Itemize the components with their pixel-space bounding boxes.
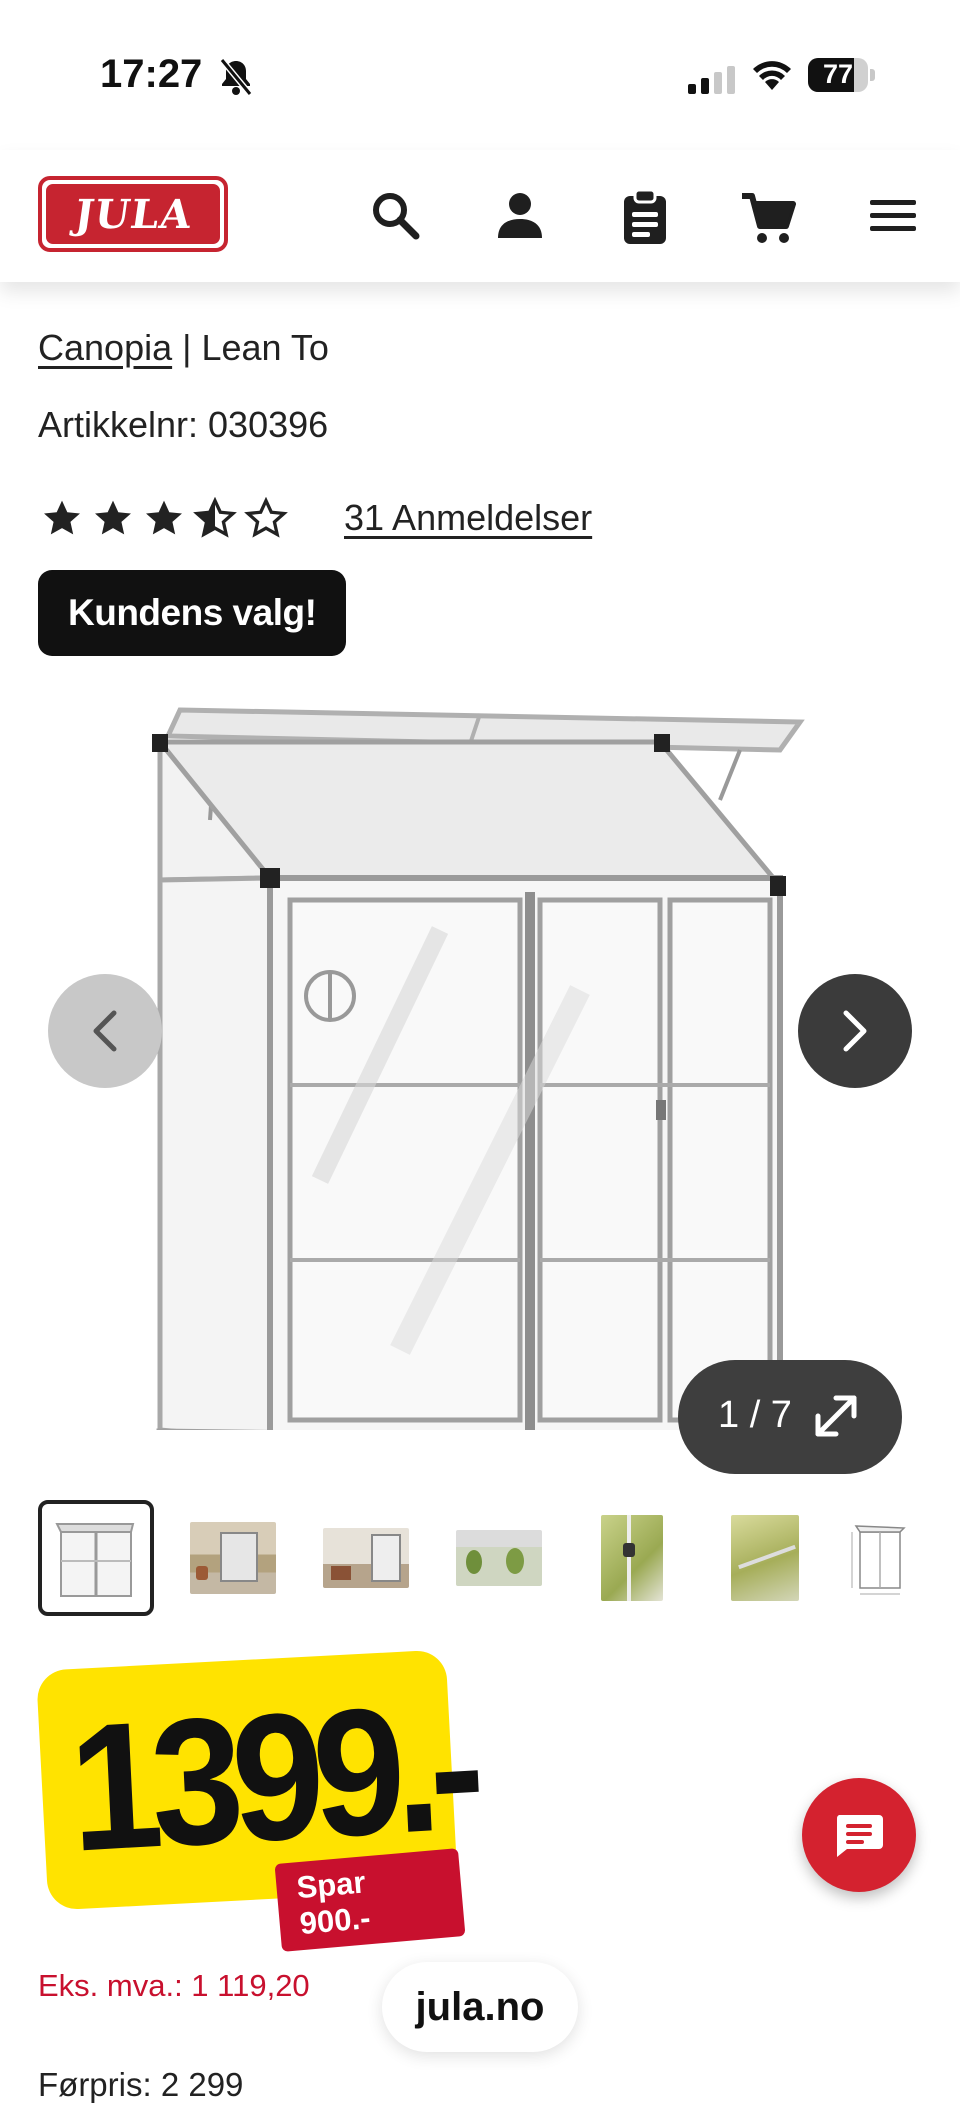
cart-icon[interactable]	[740, 190, 796, 246]
thumbnail-5[interactable]	[574, 1500, 690, 1616]
jula-logo[interactable]: JULA	[38, 176, 228, 252]
thumbnail-3[interactable]	[308, 1500, 424, 1616]
chevron-right-icon	[843, 1010, 867, 1052]
star-half-icon	[193, 497, 237, 538]
gallery-prev-button[interactable]	[48, 974, 162, 1088]
clipboard-icon[interactable]	[622, 190, 668, 246]
thumbnail-2[interactable]	[175, 1500, 291, 1616]
title-separator: |	[172, 327, 202, 368]
greenhouse-garden-photo	[190, 1522, 276, 1594]
battery-icon: 77	[808, 58, 876, 92]
expand-icon[interactable]	[810, 1390, 862, 1442]
menu-icon[interactable]	[870, 198, 916, 234]
chat-icon	[836, 1815, 883, 1857]
customer-choice-badge: Kundens valg!	[38, 570, 347, 656]
bell-muted-icon	[219, 58, 253, 96]
greenhouse-roof-detail-photo	[731, 1515, 799, 1601]
star-empty-icon	[244, 497, 288, 538]
image-counter[interactable]: 1 / 7	[678, 1360, 902, 1474]
wifi-icon	[753, 61, 791, 90]
previous-price: Førpris: 2 299	[38, 2066, 244, 2103]
cellular-signal-icon	[688, 66, 735, 94]
star-full-icon	[95, 500, 131, 535]
star-full-icon	[146, 500, 182, 535]
rating-stars[interactable]	[40, 497, 288, 541]
thumbnail-7[interactable]	[840, 1500, 920, 1616]
star-full-icon	[44, 500, 80, 535]
account-icon[interactable]	[494, 190, 546, 242]
price-block: 1399.- Spar 900.-	[36, 1649, 478, 1952]
thumbnail-4[interactable]	[441, 1500, 557, 1616]
battery-level: 77	[822, 59, 854, 89]
brand-link[interactable]: Canopia	[38, 327, 172, 368]
product-title: Canopia | Lean To	[38, 327, 329, 369]
product-gallery[interactable]: Kundens valg! 1 / 7	[0, 570, 960, 1474]
thumbnail-strip[interactable]	[0, 1500, 960, 1625]
dimension-drawing-image	[851, 1525, 906, 1595]
reviews-link[interactable]: 31 Anmeldelser	[344, 497, 592, 539]
product-name: Lean To	[201, 327, 329, 368]
gallery-next-button[interactable]	[798, 974, 912, 1088]
browser-url-pill[interactable]: jula.no	[382, 1962, 578, 2052]
greenhouse-corner-photo	[601, 1515, 663, 1601]
status-time: 17:27	[100, 52, 203, 96]
thumbnail-6[interactable]	[707, 1500, 823, 1616]
thumbnail-1[interactable]	[38, 1500, 154, 1616]
price-excl-vat: Eks. mva.: 1 119,20	[38, 1968, 310, 2003]
product-image	[152, 707, 805, 1430]
article-number: Artikkelnr: 030396	[38, 404, 329, 445]
greenhouse-thumbnail-image	[55, 1523, 135, 1597]
status-bar: 17:27 77	[0, 0, 960, 150]
site-header: JULA	[0, 150, 960, 282]
chat-button[interactable]	[802, 1778, 916, 1892]
logo-text: JULA	[71, 190, 195, 238]
greenhouse-plants-photo	[456, 1530, 542, 1586]
savings-badge: Spar 900.-	[274, 1848, 466, 1952]
search-icon[interactable]	[370, 190, 422, 242]
price-value: 1399.-	[65, 1666, 478, 1890]
image-counter-text: 1 / 7	[718, 1394, 792, 1436]
greenhouse-patio-photo	[323, 1528, 409, 1588]
chevron-left-icon	[93, 1010, 117, 1052]
